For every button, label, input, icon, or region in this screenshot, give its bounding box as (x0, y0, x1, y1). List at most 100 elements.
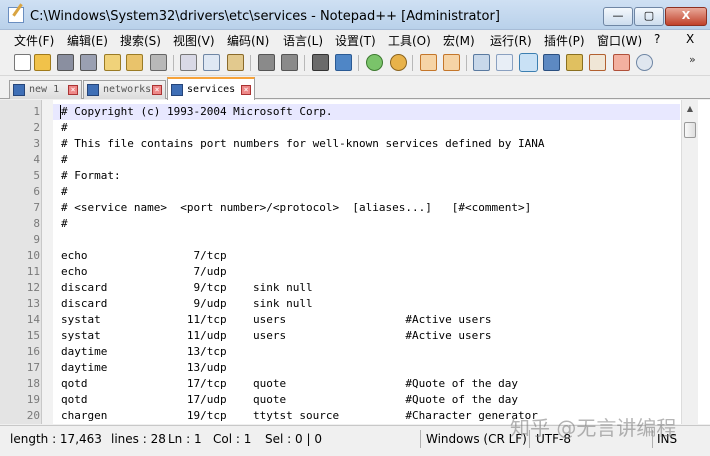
close-window-button[interactable]: X (665, 7, 707, 26)
find-icon[interactable] (312, 54, 329, 71)
line-number: 9 (33, 233, 40, 246)
toolbar-separator (358, 55, 359, 71)
menu-search[interactable]: 搜索(S) (120, 32, 161, 49)
sync-v-icon[interactable] (420, 54, 437, 71)
line-text[interactable]: # Format: (61, 168, 121, 184)
save-icon[interactable] (57, 54, 74, 71)
toolbar-separator (412, 55, 413, 71)
line-text[interactable]: daytime 13/udp (61, 360, 227, 376)
toolbar-separator (173, 55, 174, 71)
toolbar-separator (466, 55, 467, 71)
line-text[interactable]: # (61, 216, 68, 232)
folder-workspace-icon[interactable] (613, 54, 630, 71)
menu-view[interactable]: 视图(V) (173, 32, 215, 49)
user-lang-icon[interactable] (543, 54, 560, 71)
text-editor[interactable]: 1 # Copyright (c) 1993-2004 Microsoft Cor… (0, 100, 710, 424)
sync-h-icon[interactable] (443, 54, 460, 71)
maximize-button[interactable]: ▢ (634, 7, 664, 26)
line-number: 15 (26, 329, 40, 342)
menu-tools[interactable]: 工具(O) (388, 32, 431, 49)
copy-icon[interactable] (203, 54, 220, 71)
word-wrap-icon[interactable] (473, 54, 490, 71)
zoom-in-icon[interactable] (366, 54, 383, 71)
replace-icon[interactable] (335, 54, 352, 71)
status-lines: lines : 28 (111, 432, 166, 446)
line-text[interactable]: systat 11/tcp users #Active users (61, 312, 491, 328)
watermark-text: 知乎 @无言讲编程 (510, 416, 677, 440)
line-text[interactable]: qotd 17/udp quote #Quote of the day (61, 392, 518, 408)
toolbar-separator (304, 55, 305, 71)
tab-close-icon[interactable]: × (241, 85, 251, 95)
print-icon[interactable] (150, 54, 167, 71)
function-list-icon[interactable] (589, 54, 606, 71)
menu-language[interactable]: 语言(L) (283, 32, 323, 49)
line-number: 8 (33, 217, 40, 230)
menu-run[interactable]: 运行(R) (490, 32, 532, 49)
cut-icon[interactable] (180, 54, 197, 71)
menu-window[interactable]: 窗口(W) (597, 32, 642, 49)
menu-edit[interactable]: 编辑(E) (67, 32, 108, 49)
tab-close-icon[interactable]: × (152, 85, 162, 95)
line-text[interactable]: systat 11/udp users #Active users (61, 328, 491, 344)
undo-icon[interactable] (258, 54, 275, 71)
line-text[interactable]: # This file contains port numbers for we… (61, 136, 544, 152)
doc-map-icon[interactable] (566, 54, 583, 71)
status-line-number: Ln : 1 (168, 432, 202, 446)
line-text[interactable]: echo 7/tcp (61, 248, 227, 264)
tab-services[interactable]: services × (167, 77, 255, 100)
menu-encoding[interactable]: 编码(N) (227, 32, 269, 49)
scroll-thumb[interactable] (684, 122, 696, 138)
line-text[interactable]: # <service name> <port number>/<protocol… (61, 200, 531, 216)
line-number: 20 (26, 409, 40, 422)
show-all-chars-icon[interactable] (496, 54, 513, 71)
file-saved-icon (13, 84, 25, 96)
file-saved-icon (87, 84, 99, 96)
line-text[interactable]: daytime 13/tcp (61, 344, 227, 360)
tab-close-icon[interactable]: × (68, 85, 78, 95)
open-file-icon[interactable] (34, 54, 51, 71)
line-text[interactable]: # Copyright (c) 1993-2004 Microsoft Corp… (61, 104, 333, 120)
scroll-up-icon[interactable]: ▲ (684, 104, 696, 114)
fold-margin[interactable] (42, 100, 53, 424)
line-text[interactable]: # (61, 120, 68, 136)
menu-macro[interactable]: 宏(M) (443, 32, 475, 49)
toolbar-overflow-chevron[interactable]: » (689, 53, 696, 66)
line-text[interactable]: # (61, 184, 68, 200)
save-all-icon[interactable] (80, 54, 97, 71)
menu-help[interactable]: ? (654, 32, 660, 46)
line-number: 11 (26, 265, 40, 278)
monitor-icon[interactable] (636, 54, 653, 71)
line-number: 5 (33, 169, 40, 182)
tab-networks[interactable]: networks × (83, 80, 166, 99)
minimize-button[interactable]: — (603, 7, 633, 26)
menu-file[interactable]: 文件(F) (14, 32, 54, 49)
line-text[interactable]: # (61, 152, 68, 168)
close-all-icon[interactable] (126, 54, 143, 71)
redo-icon[interactable] (281, 54, 298, 71)
line-number: 7 (33, 201, 40, 214)
line-text[interactable]: discard 9/tcp sink null (61, 280, 313, 296)
indent-guide-icon[interactable] (519, 53, 538, 72)
window-title: C:\Windows\System32\drivers\etc\services… (30, 9, 500, 24)
status-separator (420, 430, 421, 448)
line-text[interactable]: discard 9/udp sink null (61, 296, 313, 312)
tab-label: services (187, 84, 236, 95)
menu-plugins[interactable]: 插件(P) (544, 32, 585, 49)
line-text[interactable]: chargen 19/tcp ttytst source #Character … (61, 408, 538, 424)
menu-bar: 文件(F) 编辑(E) 搜索(S) 视图(V) 编码(N) 语言(L) 设置(T… (0, 30, 710, 50)
menu-settings[interactable]: 设置(T) (335, 32, 376, 49)
close-document-button[interactable]: X (686, 32, 694, 46)
line-number: 4 (33, 153, 40, 166)
close-icon[interactable] (104, 54, 121, 71)
paste-icon[interactable] (227, 54, 244, 71)
new-file-icon[interactable] (14, 54, 31, 71)
line-text[interactable]: echo 7/udp (61, 264, 227, 280)
line-text[interactable]: qotd 17/tcp quote #Quote of the day (61, 376, 518, 392)
line-number: 1 (33, 105, 40, 118)
line-number: 10 (26, 249, 40, 262)
tab-new-1[interactable]: new 1 × (9, 80, 82, 99)
tab-label: networks (103, 84, 152, 95)
vertical-scrollbar[interactable]: ▲ (681, 100, 698, 424)
file-saved-icon (171, 84, 183, 96)
zoom-out-icon[interactable] (390, 54, 407, 71)
